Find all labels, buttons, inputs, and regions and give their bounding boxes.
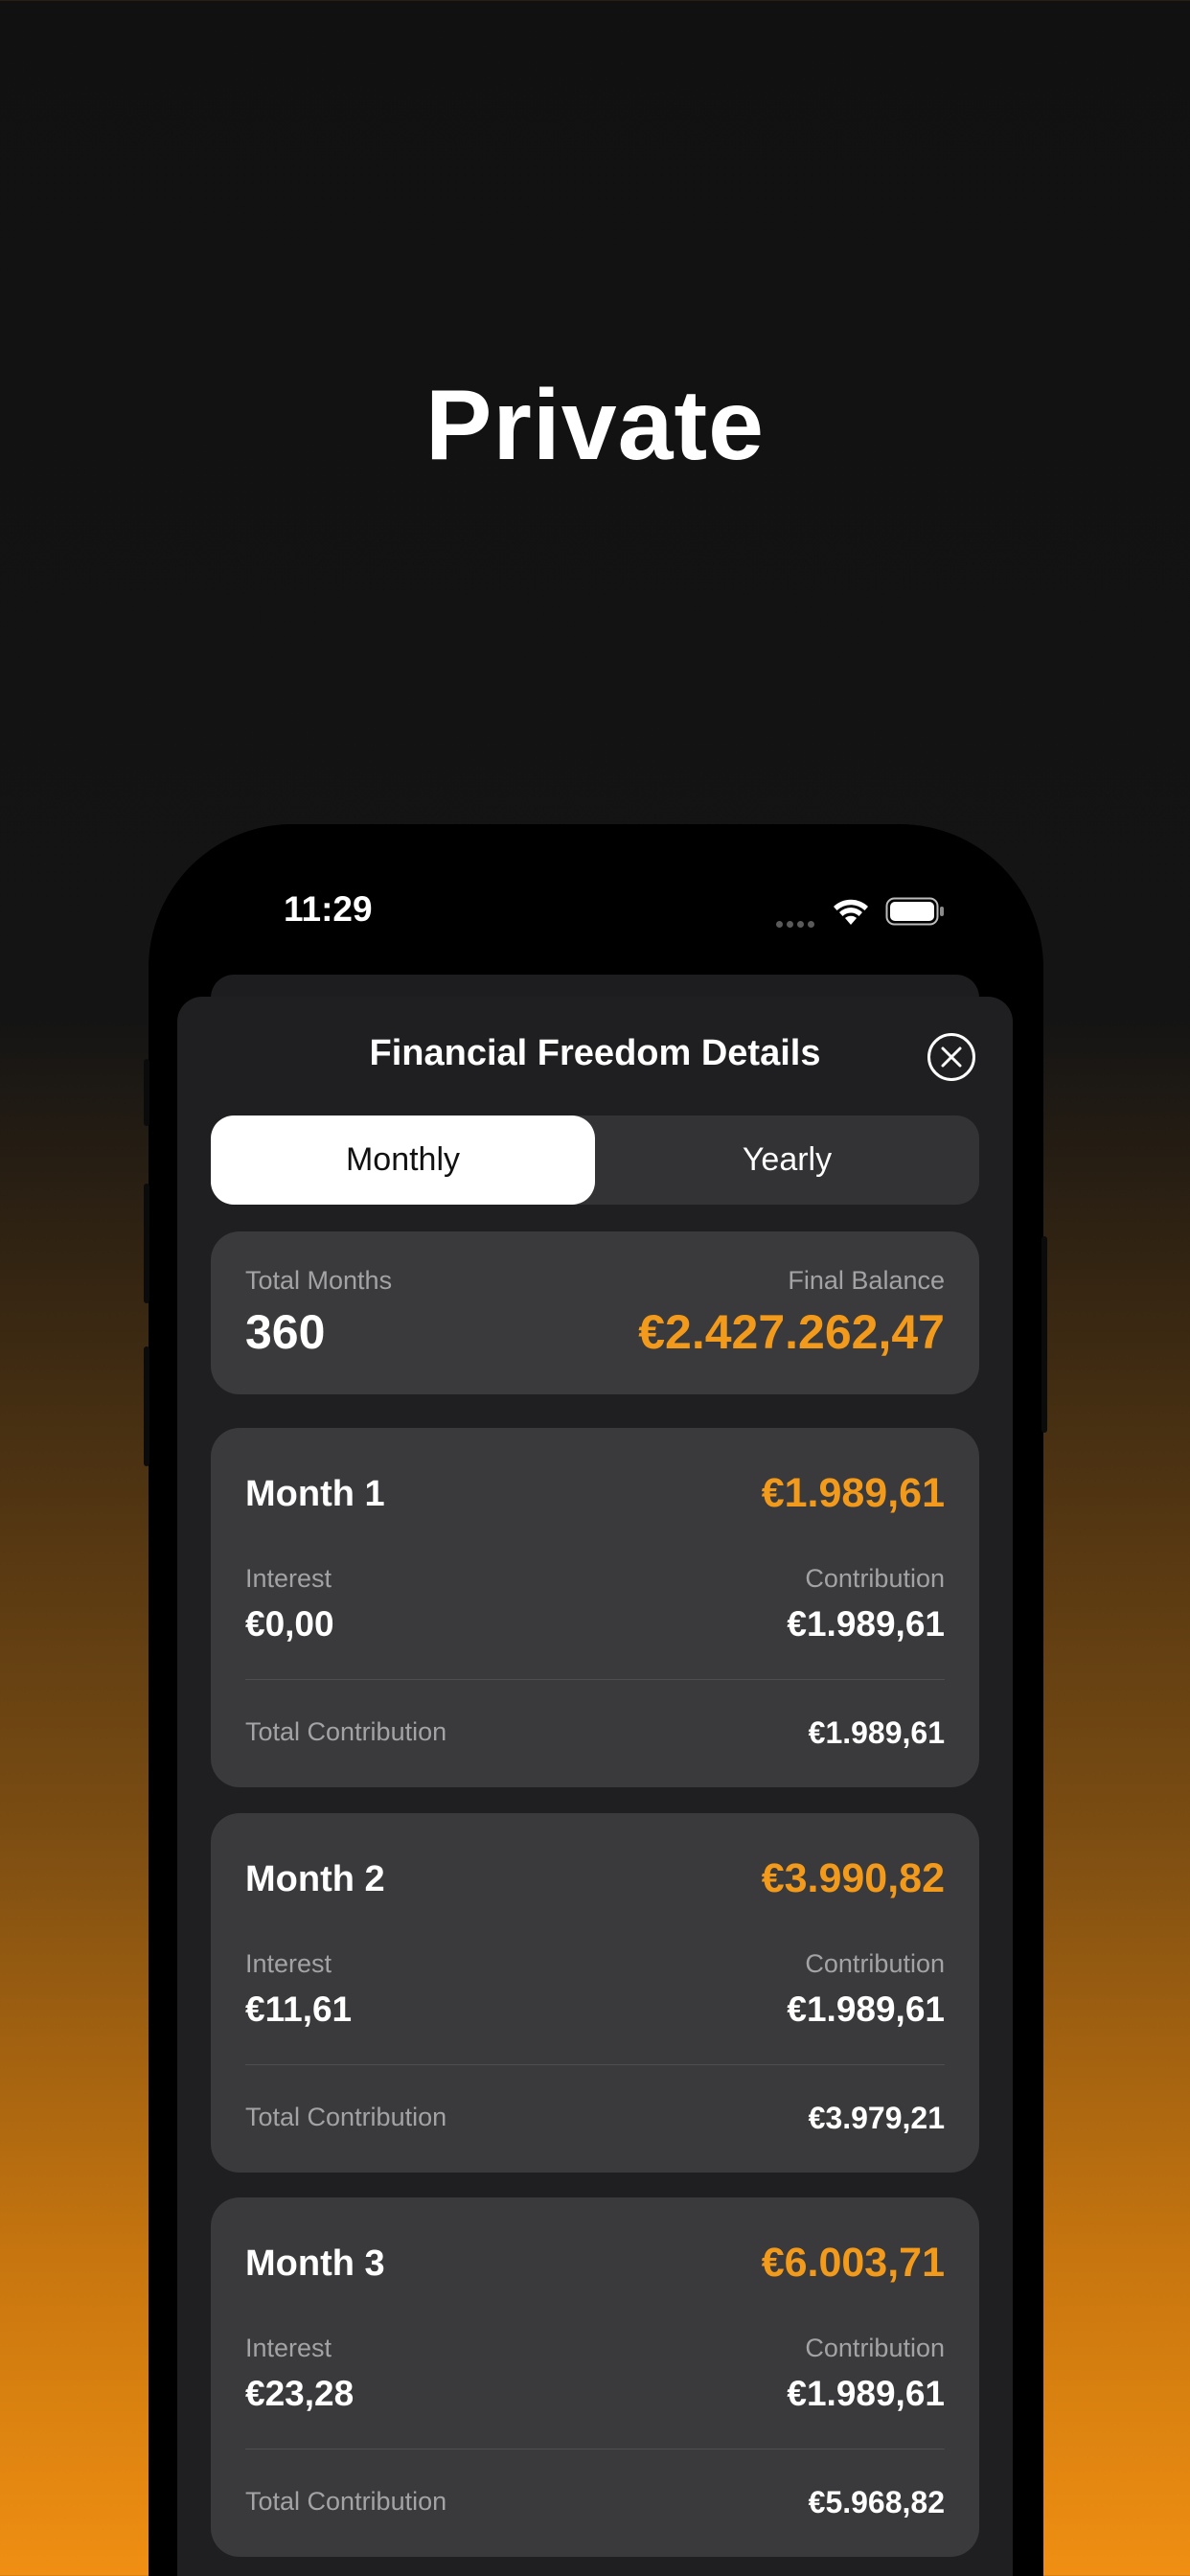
interest-label: Interest — [245, 1564, 332, 1593]
status-time: 11:29 — [284, 889, 373, 929]
divider — [245, 2064, 945, 2065]
total-contribution-label: Total Contribution — [245, 1717, 447, 1746]
close-icon — [941, 1046, 962, 1068]
hero-title: Private — [425, 370, 765, 481]
sheet-title: Financial Freedom Details — [369, 1033, 821, 1073]
contribution-value: €1.989,61 — [787, 1990, 945, 2029]
tab-yearly[interactable]: Yearly — [595, 1116, 979, 1205]
interest-value: €0,00 — [245, 1604, 334, 1644]
interest-label: Interest — [245, 2334, 332, 2362]
month-card: Month 1 €1.989,61 Interest €0,00 Contrib… — [211, 1428, 979, 1787]
summary-card: Total Months 360 Final Balance €2.427.26… — [211, 1231, 979, 1394]
month-balance: €3.990,82 — [761, 1855, 945, 1901]
contribution-value: €1.989,61 — [787, 2374, 945, 2413]
total-contribution-label: Total Contribution — [245, 2487, 447, 2516]
tab-monthly[interactable]: Monthly — [211, 1116, 595, 1205]
phone-side-button — [144, 1059, 149, 1126]
total-contribution-value: €1.989,61 — [808, 1715, 945, 1750]
contribution-label: Contribution — [805, 1949, 945, 1978]
interest-label: Interest — [245, 1949, 332, 1978]
period-segmented-control: Monthly Yearly — [211, 1116, 979, 1205]
total-months-value: 360 — [245, 1305, 326, 1359]
total-contribution-label: Total Contribution — [245, 2103, 447, 2131]
total-contribution-value: €3.979,21 — [808, 2101, 945, 2135]
battery-icon — [885, 897, 944, 926]
total-contribution-value: €5.968,82 — [808, 2485, 945, 2519]
month-title: Month 3 — [245, 2243, 385, 2284]
month-card: Month 3 €6.003,71 Interest €23,28 Contri… — [211, 2197, 979, 2557]
signal-icon — [776, 915, 818, 932]
month-title: Month 1 — [245, 1474, 385, 1514]
month-card: Month 2 €3.990,82 Interest €11,61 Contri… — [211, 1813, 979, 2173]
contribution-value: €1.989,61 — [787, 1604, 945, 1644]
month-title: Month 2 — [245, 1859, 385, 1899]
total-months-label: Total Months — [245, 1266, 393, 1295]
interest-value: €23,28 — [245, 2374, 355, 2413]
contribution-label: Contribution — [805, 2334, 945, 2362]
wifi-icon — [834, 899, 868, 925]
close-button[interactable] — [927, 1033, 975, 1081]
contribution-label: Contribution — [805, 1564, 945, 1593]
phone-power-button — [1041, 1236, 1047, 1433]
final-balance-value: €2.427.262,47 — [638, 1305, 945, 1359]
divider — [245, 2449, 945, 2450]
divider — [245, 1679, 945, 1680]
month-balance: €1.989,61 — [761, 1470, 945, 1516]
interest-value: €11,61 — [245, 1990, 353, 2029]
phone-volume-up — [144, 1184, 149, 1303]
final-balance-label: Final Balance — [788, 1266, 945, 1295]
phone-volume-down — [144, 1346, 149, 1466]
month-balance: €6.003,71 — [761, 2240, 945, 2286]
